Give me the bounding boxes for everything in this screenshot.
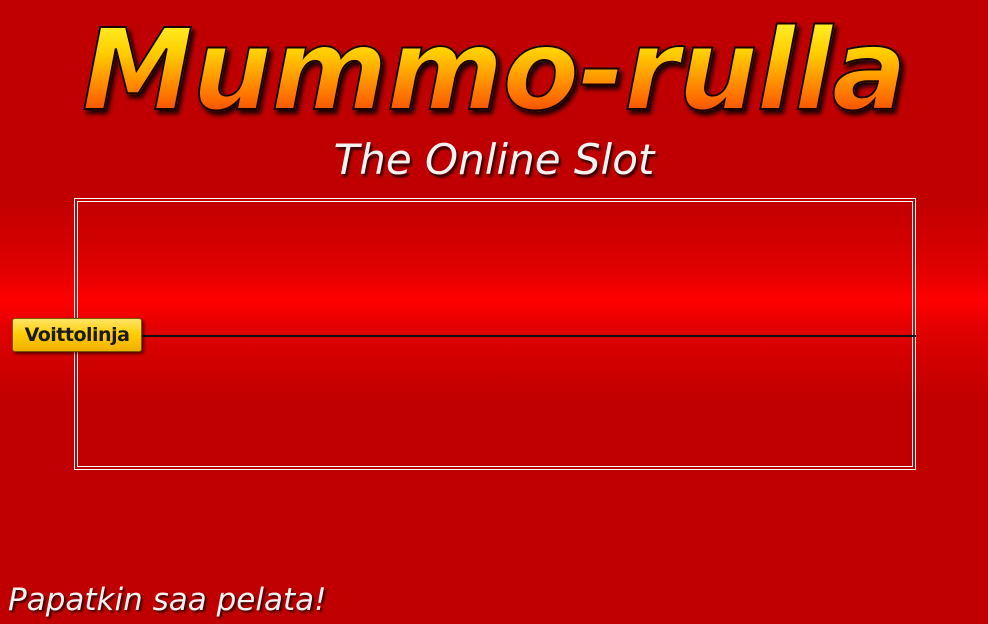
game-logo-title: Mummo-rulla	[0, 5, 988, 137]
game-logo-subtitle: The Online Slot	[333, 135, 655, 184]
footer-slogan: Papatkin saa pelata!	[8, 582, 327, 618]
win-line	[140, 335, 916, 337]
reel-area-frame	[74, 198, 916, 470]
reel-area-inner-border	[77, 201, 913, 467]
win-line-label: Voittolinja	[12, 318, 142, 352]
slot-game-page: Mummo-rulla The Online Slot Voittolinja …	[0, 0, 988, 624]
